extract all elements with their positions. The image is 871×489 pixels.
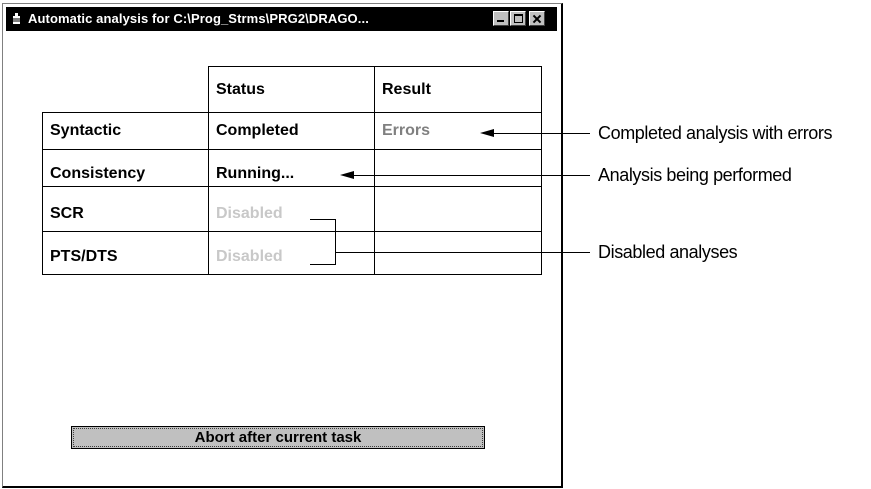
row-name-syntactic: Syntactic (50, 122, 122, 139)
minimize-button[interactable] (493, 11, 509, 26)
callout-errors-text: Completed analysis with errors (598, 123, 833, 143)
row-status-consistency: Running... (216, 165, 295, 182)
header-result: Result (382, 81, 431, 98)
analysis-table: Status Result Syntactic Completed Errors… (42, 66, 542, 276)
abort-button-label: Abort after current task (194, 429, 362, 446)
title-bar[interactable]: Automatic analysis for C:\Prog_Strms\PRG… (6, 7, 557, 31)
row-status-pts-dts: Disabled (216, 248, 283, 265)
close-button[interactable] (529, 11, 545, 26)
maximize-button[interactable] (510, 11, 526, 26)
row-status-scr: Disabled (216, 205, 283, 222)
row-result-syntactic: Errors (382, 122, 431, 139)
callout-running-text: Analysis being performed (598, 165, 792, 185)
header-status: Status (216, 81, 265, 98)
abort-button[interactable]: Abort after current task (71, 426, 485, 449)
row-name-scr: SCR (50, 205, 84, 222)
window-title: Automatic analysis for C:\Prog_Strms\PRG… (28, 11, 369, 26)
row-name-consistency: Consistency (50, 165, 146, 182)
row-name-pts-dts: PTS/DTS (50, 248, 118, 265)
callout-disabled-text: Disabled analyses (598, 242, 738, 262)
row-status-syntactic: Completed (216, 122, 299, 139)
app-icon[interactable] (12, 12, 21, 25)
